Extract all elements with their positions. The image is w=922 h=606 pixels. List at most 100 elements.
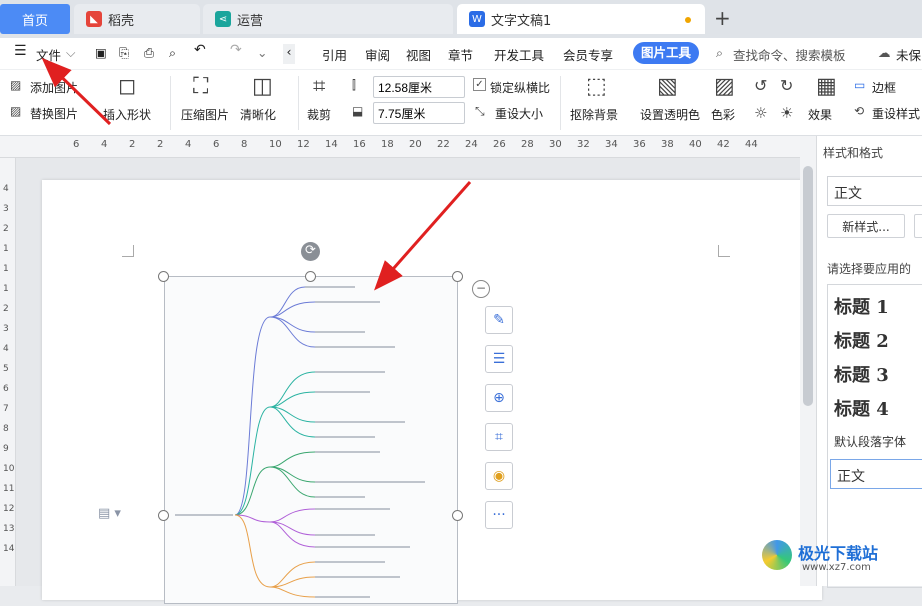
- menu-view[interactable]: 视图: [406, 45, 431, 64]
- ruler-tick-label: 4: [3, 184, 9, 194]
- style-option-button[interactable]: [914, 214, 922, 238]
- new-style-button[interactable]: 新样式...: [827, 214, 905, 238]
- styles-panel: 样式和格式 正文 新样式... 请选择要应用的 标题 1 标题 2 标题 3 标…: [816, 136, 922, 588]
- file-menu[interactable]: 文件: [36, 45, 61, 64]
- layout-options-icon[interactable]: ☰: [485, 345, 513, 373]
- color-icon: ▨: [714, 74, 735, 99]
- watermark-logo: 极光下载站 www.xz7.com: [762, 536, 922, 586]
- menu-developer[interactable]: 开发工具: [494, 45, 544, 64]
- menu-chapter[interactable]: 章节: [448, 45, 473, 64]
- transparent-color-button[interactable]: 设置透明色: [640, 106, 700, 123]
- ruler-tick-label: 9: [3, 444, 9, 454]
- menu-review[interactable]: 审阅: [365, 45, 390, 64]
- scroll-left-icon[interactable]: ‹: [283, 44, 295, 64]
- replace-picture-icon: ▨: [10, 104, 22, 118]
- color-button[interactable]: 色彩: [711, 106, 735, 123]
- lock-ratio-checkbox[interactable]: ✓: [473, 78, 486, 91]
- rotate-left-icon[interactable]: ↺: [754, 76, 767, 95]
- crop-picture-icon[interactable]: ⌗: [485, 423, 513, 451]
- ruler-tick-label: 18: [381, 139, 394, 150]
- ruler-tick-label: 4: [185, 139, 192, 150]
- unsaved-dot: [685, 17, 691, 23]
- zoom-out-icon[interactable]: −: [472, 280, 490, 298]
- menu-references[interactable]: 引用: [322, 45, 347, 64]
- tab-home[interactable]: 首页: [0, 4, 70, 34]
- selected-picture[interactable]: [164, 276, 458, 604]
- resize-handle[interactable]: [452, 271, 463, 282]
- border-button[interactable]: 边框: [872, 79, 896, 96]
- resize-handle[interactable]: [305, 271, 316, 282]
- ruler-tick-label: 40: [689, 139, 702, 150]
- insert-shape-button[interactable]: 插入形状: [103, 106, 151, 123]
- separator: [298, 76, 299, 130]
- brightness-up-icon[interactable]: ☀: [780, 104, 793, 122]
- ruler-tick-label: 34: [605, 139, 618, 150]
- watermark-icon: [762, 540, 792, 570]
- remove-background-button[interactable]: 抠除背景: [570, 106, 618, 123]
- resize-handle[interactable]: [452, 510, 463, 521]
- style-default-font[interactable]: 默认段落字体: [834, 433, 906, 450]
- ruler-tick-label: 8: [3, 424, 9, 434]
- effects-button[interactable]: 效果: [808, 106, 832, 123]
- menu-icon[interactable]: ☰: [14, 43, 27, 59]
- picture-width-input[interactable]: [373, 76, 465, 98]
- daoke-icon: ◣: [86, 11, 102, 27]
- picture-height-input[interactable]: [373, 102, 465, 124]
- rotate-right-icon[interactable]: ↻: [780, 76, 793, 95]
- separator: [560, 76, 561, 130]
- tab-picture-tools[interactable]: 图片工具: [633, 42, 699, 64]
- smart-tip-icon[interactable]: ◉: [485, 462, 513, 490]
- reset-size-button[interactable]: 重设大小: [495, 105, 543, 122]
- tab-yunying[interactable]: ⋖ 运营: [203, 4, 453, 34]
- edit-picture-icon[interactable]: ✎: [485, 306, 513, 334]
- redo-icon[interactable]: ↷: [230, 42, 242, 58]
- more-options-icon[interactable]: ···: [485, 501, 513, 529]
- undo-icon[interactable]: ↶: [194, 42, 206, 58]
- save-status[interactable]: 未保: [896, 45, 921, 64]
- reset-style-icon: ⟲: [854, 104, 865, 118]
- ruler-tick-label: 7: [3, 404, 9, 414]
- sharpen-button[interactable]: 清晰化: [240, 106, 276, 123]
- style-heading2[interactable]: 标题 2: [834, 327, 889, 353]
- menu-member[interactable]: 会员专享: [563, 45, 613, 64]
- vertical-scrollbar[interactable]: [800, 136, 816, 586]
- print-icon[interactable]: ⎙: [144, 45, 154, 61]
- add-picture-button[interactable]: 添加图片: [30, 79, 78, 96]
- tab-daoke[interactable]: ◣ 稻壳: [74, 4, 200, 34]
- scrollbar-thumb[interactable]: [803, 166, 813, 406]
- chevron-down-icon[interactable]: ⌵: [66, 45, 75, 61]
- brightness-down-icon[interactable]: ☼: [754, 104, 767, 122]
- new-tab-icon[interactable]: +: [714, 6, 731, 30]
- resize-handle[interactable]: [158, 271, 169, 282]
- crop-button[interactable]: 裁剪: [307, 106, 331, 123]
- tab-bar: 首页 ◣ 稻壳 ⋖ 运营 W 文字文稿1 +: [0, 0, 922, 38]
- document-page[interactable]: ▤ ▾ ⟳ −: [42, 180, 822, 604]
- reset-style-button[interactable]: 重设样式: [872, 105, 920, 122]
- save-icon[interactable]: ▣: [95, 45, 107, 60]
- width-icon: ⬓: [352, 104, 364, 118]
- preview-icon[interactable]: ⌕: [169, 45, 176, 61]
- ruler-tick-label: 5: [3, 364, 9, 374]
- style-heading3[interactable]: 标题 3: [834, 361, 889, 387]
- style-heading1[interactable]: 标题 1: [834, 293, 889, 319]
- paragraph-icon[interactable]: ▤ ▾: [98, 506, 121, 521]
- command-search[interactable]: 查找命令、搜索模板: [733, 45, 846, 64]
- rotate-handle-icon[interactable]: ⟳: [301, 242, 320, 261]
- height-icon: ⫿: [352, 78, 356, 92]
- tab-document[interactable]: W 文字文稿1: [457, 4, 705, 34]
- current-style-box[interactable]: 正文: [827, 176, 922, 206]
- zoom-picture-icon[interactable]: ⊕: [485, 384, 513, 412]
- ruler-tick-label: 16: [353, 139, 366, 150]
- ruler-tick-label: 2: [157, 139, 164, 150]
- replace-picture-button[interactable]: 替换图片: [30, 105, 78, 122]
- resize-handle[interactable]: [158, 510, 169, 521]
- export-icon[interactable]: ⎘: [119, 45, 129, 61]
- ruler-tick-label: 36: [633, 139, 646, 150]
- style-heading4[interactable]: 标题 4: [834, 395, 889, 421]
- compress-button[interactable]: 压缩图片: [181, 106, 229, 123]
- style-normal[interactable]: 正文: [830, 459, 922, 489]
- border-icon: ▭: [854, 78, 866, 92]
- tab-yunying-label: 运营: [237, 13, 264, 29]
- more-chevron-icon[interactable]: ⌄: [257, 45, 267, 60]
- ruler-tick-label: 3: [3, 204, 9, 214]
